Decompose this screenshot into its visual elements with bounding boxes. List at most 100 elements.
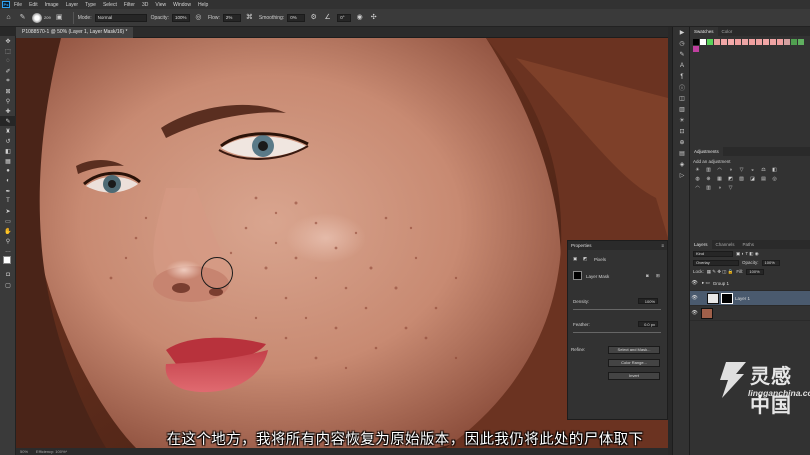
- tab-layers[interactable]: Layers: [690, 240, 712, 249]
- hue-icon[interactable]: ◒: [748, 167, 757, 174]
- levels-icon[interactable]: ▥: [704, 167, 713, 174]
- swatch[interactable]: [756, 39, 762, 45]
- blend-mode-select[interactable]: Overlay: [693, 259, 739, 266]
- swatch[interactable]: [700, 39, 706, 45]
- angle-icon[interactable]: ∠: [323, 13, 332, 22]
- threshold-icon[interactable]: ◪: [748, 176, 757, 183]
- feather-slider[interactable]: [573, 332, 661, 333]
- quick-mask-icon[interactable]: ◘: [0, 270, 16, 280]
- swatch[interactable]: [742, 39, 748, 45]
- mode-select[interactable]: Normal: [94, 13, 147, 22]
- swatch[interactable]: [791, 39, 797, 45]
- color-swatches[interactable]: [0, 256, 15, 270]
- brush-preset-picker[interactable]: [32, 12, 42, 23]
- tab-paths[interactable]: Paths: [739, 240, 759, 249]
- density-field[interactable]: 100%: [638, 298, 658, 304]
- swatch[interactable]: [714, 39, 720, 45]
- blur-tool-icon[interactable]: ●: [0, 166, 16, 176]
- fill-field[interactable]: 100%: [746, 268, 765, 275]
- document-tab[interactable]: P1088570-1 @ 50% (Layer 1, Layer Mask/16…: [16, 27, 134, 38]
- brightness-icon[interactable]: ☀: [693, 167, 702, 174]
- swatch[interactable]: [693, 46, 699, 52]
- curves2-icon[interactable]: ◠: [693, 185, 702, 192]
- vibrance2-icon[interactable]: ▽: [726, 185, 735, 192]
- brush-tool-icon-active[interactable]: ✎: [0, 116, 16, 126]
- levels2-icon[interactable]: ▥: [704, 185, 713, 192]
- airbrush-icon[interactable]: ⌘: [245, 13, 254, 22]
- character-icon[interactable]: A: [673, 60, 691, 71]
- info-icon[interactable]: ⓘ: [673, 82, 691, 93]
- menu-help[interactable]: Help: [198, 2, 208, 8]
- menu-select[interactable]: Select: [103, 2, 117, 8]
- eye-icon[interactable]: 👁: [690, 295, 699, 301]
- navigator-icon[interactable]: ◫: [673, 93, 691, 104]
- screen-mode-icon[interactable]: ▢: [0, 280, 16, 290]
- frame-tool-icon[interactable]: ⊠: [0, 86, 16, 96]
- swatch[interactable]: [798, 39, 804, 45]
- swatch[interactable]: [693, 39, 699, 45]
- type-tool-icon[interactable]: T: [0, 196, 16, 206]
- color-range-button[interactable]: Color Range...: [608, 359, 660, 367]
- eyedropper-tool-icon[interactable]: ⚲: [0, 96, 16, 106]
- hand-tool-icon[interactable]: ✋: [0, 226, 16, 236]
- density-slider[interactable]: [573, 309, 661, 310]
- angle-field[interactable]: 0°: [337, 13, 352, 22]
- selective-color-icon[interactable]: ◎: [770, 176, 779, 183]
- eraser-tool-icon[interactable]: ◧: [0, 146, 16, 156]
- panel-menu-icon[interactable]: ≡: [661, 241, 664, 250]
- vibrance-icon[interactable]: ▽: [737, 167, 746, 174]
- marquee-tool-icon[interactable]: ⬚: [0, 46, 16, 56]
- filter-icons[interactable]: ▣ ◐ T ◧ ◉: [736, 251, 759, 257]
- zoom-level[interactable]: 50%: [20, 449, 28, 454]
- swatch[interactable]: [763, 39, 769, 45]
- invert-icon[interactable]: ◩: [726, 176, 735, 183]
- swatch[interactable]: [707, 39, 713, 45]
- eye-icon[interactable]: 👁: [690, 310, 699, 316]
- home-icon[interactable]: ⌂: [4, 13, 13, 22]
- quick-select-tool-icon[interactable]: ✐: [0, 66, 16, 76]
- menu-file[interactable]: File: [14, 2, 22, 8]
- tool-presets-icon[interactable]: ⊡: [673, 126, 691, 137]
- brush-tool-icon[interactable]: ✎: [18, 13, 27, 22]
- history-brush-tool-icon[interactable]: ↺: [0, 136, 16, 146]
- photo-filter-icon[interactable]: ◍: [693, 176, 702, 183]
- clone-stamp-tool-icon[interactable]: ♜: [0, 126, 16, 136]
- invert-button[interactable]: Invert: [608, 372, 660, 380]
- play-icon[interactable]: ▶: [673, 27, 691, 38]
- smoothing-settings-icon[interactable]: ⚙: [309, 13, 318, 22]
- symmetry-icon[interactable]: ✣: [369, 13, 378, 22]
- menu-window[interactable]: Window: [173, 2, 191, 8]
- curves-icon[interactable]: ◠: [715, 167, 724, 174]
- layer-mask-thumbnail[interactable]: [721, 292, 733, 304]
- foreground-color[interactable]: [3, 256, 11, 264]
- flow-field[interactable]: 2%: [222, 13, 241, 22]
- history-icon[interactable]: ◷: [673, 38, 691, 49]
- swatch[interactable]: [728, 39, 734, 45]
- menu-type[interactable]: Type: [85, 2, 96, 8]
- pressure-size-icon[interactable]: ◉: [355, 13, 364, 22]
- tab-color[interactable]: Color: [718, 27, 737, 36]
- kind-filter[interactable]: Kind: [693, 250, 733, 257]
- layer-row-selected[interactable]: 👁 Layer 1: [690, 291, 810, 306]
- crop-tool-icon[interactable]: ⌗: [0, 76, 16, 86]
- select-and-mask-button[interactable]: Select and Mask...: [608, 346, 660, 354]
- timeline-icon[interactable]: ▤: [673, 148, 691, 159]
- menu-filter[interactable]: Filter: [124, 2, 135, 8]
- tab-swatches[interactable]: Swatches: [690, 27, 718, 36]
- path-select-tool-icon[interactable]: ➤: [0, 206, 16, 216]
- eye-icon[interactable]: 👁: [690, 280, 699, 286]
- libraries-icon[interactable]: ▥: [673, 104, 691, 115]
- swatch[interactable]: [777, 39, 783, 45]
- brush-settings-icon[interactable]: ▣: [55, 13, 64, 22]
- menu-view[interactable]: View: [155, 2, 166, 8]
- exposure-icon[interactable]: ◑: [726, 167, 735, 174]
- menu-image[interactable]: Image: [45, 2, 59, 8]
- dodge-tool-icon[interactable]: ◐: [0, 176, 16, 186]
- tab-channels[interactable]: Channels: [712, 240, 739, 249]
- menu-layer[interactable]: Layer: [66, 2, 79, 8]
- mask-options-icon[interactable]: ⊞: [656, 273, 660, 279]
- swatch[interactable]: [784, 39, 790, 45]
- swatch[interactable]: [721, 39, 727, 45]
- healing-tool-icon[interactable]: ✚: [0, 106, 16, 116]
- posterize-icon[interactable]: ▨: [737, 176, 746, 183]
